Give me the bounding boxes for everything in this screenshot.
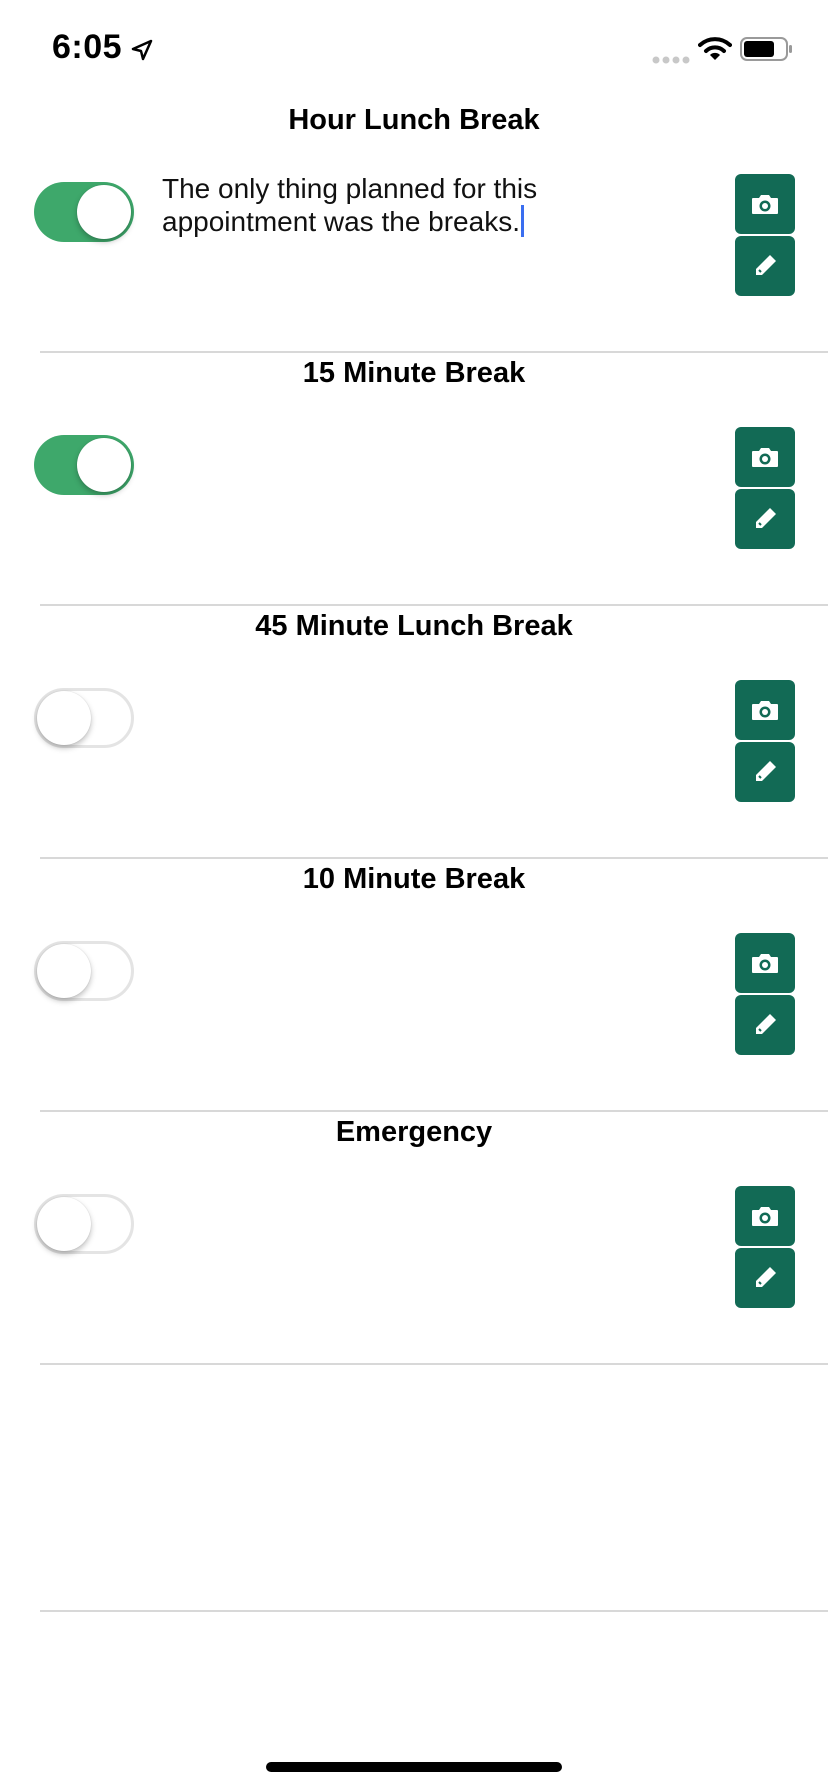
status-bar: 6:05	[0, 0, 828, 100]
break-toggle[interactable]	[34, 1194, 134, 1254]
break-toggle[interactable]	[34, 435, 134, 495]
pencil-icon	[751, 505, 779, 533]
edit-button[interactable]	[735, 1248, 795, 1308]
battery-icon	[740, 36, 794, 62]
note-text-field[interactable]: The only thing planned for this appointm…	[162, 172, 602, 238]
text-cursor	[520, 205, 524, 237]
toggle-knob	[37, 944, 91, 998]
edit-button[interactable]	[735, 742, 795, 802]
camera-button[interactable]	[735, 933, 795, 993]
camera-icon	[750, 445, 780, 469]
row-title: 15 Minute Break	[302, 357, 526, 389]
camera-icon	[750, 192, 780, 216]
break-list: Hour Lunch Break The only thing planned …	[0, 100, 828, 1365]
break-toggle[interactable]	[34, 688, 134, 748]
camera-icon	[750, 1204, 780, 1228]
camera-icon	[750, 951, 780, 975]
row-title: 10 Minute Break	[302, 863, 526, 895]
row-title: Hour Lunch Break	[288, 104, 540, 136]
camera-button[interactable]	[735, 680, 795, 740]
list-item: 45 Minute Lunch Break	[0, 606, 828, 859]
pencil-icon	[751, 252, 779, 280]
location-arrow-icon	[130, 38, 154, 62]
pencil-icon	[751, 758, 779, 786]
home-indicator[interactable]	[266, 1762, 562, 1772]
row-title: Emergency	[335, 1116, 493, 1148]
pencil-icon	[751, 1264, 779, 1292]
edit-button[interactable]	[735, 489, 795, 549]
camera-button[interactable]	[735, 427, 795, 487]
edit-button[interactable]	[735, 995, 795, 1055]
toggle-knob	[37, 691, 91, 745]
edit-button[interactable]	[735, 236, 795, 296]
note-text: The only thing planned for this appointm…	[162, 173, 538, 237]
break-toggle[interactable]	[34, 941, 134, 1001]
toggle-knob	[77, 185, 131, 239]
camera-button[interactable]	[735, 1186, 795, 1246]
list-item: 15 Minute Break	[0, 353, 828, 606]
empty-row-divider	[40, 1610, 828, 1612]
break-toggle[interactable]	[34, 182, 134, 242]
list-item: Hour Lunch Break The only thing planned …	[0, 100, 828, 353]
wifi-icon	[698, 36, 732, 62]
list-item: Emergency	[0, 1112, 828, 1365]
toggle-knob	[77, 438, 131, 492]
toggle-knob	[37, 1197, 91, 1251]
list-item: 10 Minute Break	[0, 859, 828, 1112]
row-divider	[40, 1363, 828, 1365]
camera-button[interactable]	[735, 174, 795, 234]
cellular-signal-icon	[652, 52, 692, 64]
status-time: 6:05	[52, 28, 123, 66]
pencil-icon	[751, 1011, 779, 1039]
row-title: 45 Minute Lunch Break	[255, 610, 573, 642]
camera-icon	[750, 698, 780, 722]
